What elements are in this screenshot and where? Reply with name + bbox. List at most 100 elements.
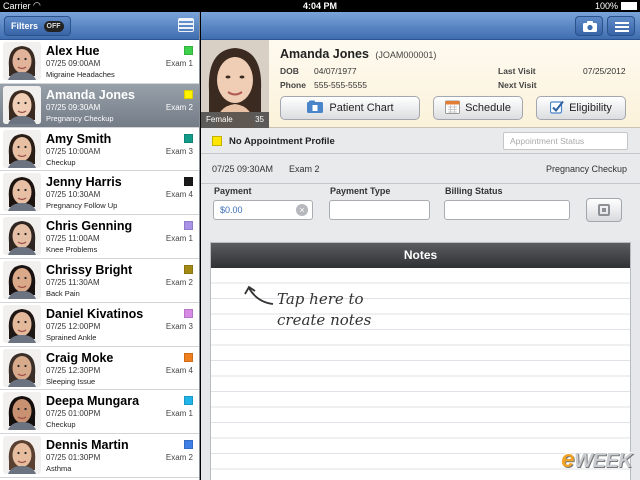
avatar-portrait [3, 348, 41, 387]
patient-chart-button[interactable]: Patient Chart [280, 96, 420, 120]
patient-exam-room: Exam 1 [165, 234, 193, 244]
clock: 4:04 PM [302, 1, 337, 11]
patient-detail-pane: Female 35 Amanda Jones (JOAM000001) DOB … [201, 12, 640, 480]
square-icon [598, 204, 610, 216]
camera-icon [583, 21, 597, 32]
battery-icon [621, 2, 637, 10]
sidebar-navbar: Filters OFF [0, 12, 199, 40]
eweek-watermark: eWEEK [561, 446, 632, 474]
calendar-icon [445, 100, 461, 115]
last-visit-label: Last Visit [498, 66, 536, 76]
patient-appointment-time: 07/25 01:00PM [46, 409, 101, 419]
avatar [3, 173, 41, 212]
patient-name: Amy Smith [46, 131, 112, 146]
patient-list-item[interactable]: Craig Moke 07/25 12:30PM Sleeping Issue Exa… [0, 346, 199, 391]
filters-label: Filters [11, 21, 39, 31]
patient-appointment-time: 07/25 11:00AM [46, 234, 100, 244]
menu-button[interactable] [607, 16, 635, 36]
payment-value: $0.00 [220, 205, 243, 215]
patient-reason: Sprained Ankle [46, 332, 97, 342]
status-color-swatch [184, 308, 193, 318]
clear-icon[interactable]: × [296, 204, 308, 216]
patient-name-text: Amanda Jones [280, 47, 369, 61]
patient-name: Chrissy Bright [46, 262, 133, 277]
schedule-button[interactable]: Schedule [433, 96, 523, 120]
watermark-text: WEEK [574, 450, 633, 472]
patient-list-item[interactable]: Daniel Kivatinos 07/25 12:00PM Sprained An… [0, 302, 199, 347]
patient-reason: Migraine Headaches [46, 70, 115, 79]
detail-navbar [201, 12, 640, 40]
status-color-swatch [184, 89, 193, 99]
patient-list-item[interactable]: Alex Hue 07/25 09:00AM Migraine Headaches E… [0, 40, 199, 84]
status-color-swatch [184, 221, 193, 231]
appointment-profile[interactable]: No Appointment Profile [229, 136, 335, 147]
chart-folder-icon [307, 100, 324, 114]
appointment-time: 07/25 09:30AM [212, 164, 274, 174]
patient-name: Daniel Kivatinos [46, 306, 144, 321]
appointment-profile-row: No Appointment Profile Appointment Statu… [201, 128, 640, 154]
appointment-exam: Exam 2 [289, 164, 320, 174]
patient-appointment-time: 07/25 11:30AM [46, 277, 100, 287]
notes-panel: Notes Tap here to create notes [210, 242, 631, 480]
payment-type-field[interactable] [329, 200, 430, 220]
patient-list-item[interactable]: Amanda Jones 07/25 09:30AM Pregnancy Check… [0, 83, 199, 128]
notes-title: Notes [211, 243, 630, 268]
status-color-swatch [184, 46, 193, 55]
patient-list-item[interactable]: Amy Smith 07/25 10:00AM Checkup Exam 3 [0, 127, 199, 172]
patient-list-item[interactable]: Chris Genning 07/25 11:00AM Knee Problems E… [0, 215, 199, 259]
patient-appointment-time: 07/25 12:00PM [46, 321, 101, 331]
card-reader-button[interactable] [586, 198, 622, 222]
avatar [3, 217, 41, 256]
patient-reason: Sleeping Issue [46, 376, 96, 386]
patient-list-item[interactable]: Deepa Mungara 07/25 01:00PM Checkup Exam 1 [0, 390, 199, 435]
status-bar: Carrier ◠ 4:04 PM 100% [0, 0, 640, 12]
patient-age: 35 [255, 115, 264, 124]
status-color-swatch [184, 264, 193, 274]
avatar [3, 260, 41, 299]
next-visit-label: Next Visit [498, 80, 537, 90]
photo-caption: Female 35 [201, 112, 269, 128]
patient-name: Dennis Martin [46, 438, 129, 453]
menu-icon [615, 22, 629, 32]
patient-list: Alex Hue 07/25 09:00AM Migraine Headaches E… [0, 40, 199, 478]
patient-list-item[interactable]: Chrissy Bright 07/25 11:30AM Back Pain Exam… [0, 258, 199, 303]
filters-button[interactable]: Filters OFF [4, 16, 71, 36]
billing-row: Payment $0.00 × Payment Type Billing Sta… [201, 184, 640, 240]
patient-list-item[interactable]: Dennis Martin 07/25 01:30PM Asthma Exam 2 [0, 434, 199, 478]
patient-reason: Knee Problems [46, 245, 98, 255]
filters-toggle[interactable]: OFF [43, 21, 64, 33]
battery-percent: 100% [594, 1, 618, 11]
profile-color-swatch [212, 136, 222, 146]
status-color-swatch [184, 133, 193, 143]
avatar-portrait [3, 173, 41, 212]
billing-status-field[interactable] [444, 200, 570, 220]
appointment-row: 07/25 09:30AM Exam 2 Pregnancy Checkup [201, 154, 640, 184]
patient-reason: Asthma [46, 464, 72, 474]
billing-status-label: Billing Status [445, 186, 503, 196]
notes-hint: Tap here to create notes [277, 289, 371, 331]
schedule-label: Schedule [465, 102, 511, 114]
patient-list-item[interactable]: Jenny Harris 07/25 10:30AM Pregnancy Follo… [0, 171, 199, 216]
avatar [3, 436, 41, 475]
eligibility-button[interactable]: Eligibility [536, 96, 626, 120]
patient-name: Amanda Jones (JOAM000001) [280, 47, 436, 61]
list-view-icon[interactable] [178, 18, 194, 32]
patient-name: Chris Genning [46, 219, 133, 234]
payment-label: Payment [214, 186, 252, 196]
patient-name: Alex Hue [46, 44, 100, 58]
status-color-swatch [184, 396, 193, 406]
patient-photo[interactable]: Female 35 [201, 40, 269, 128]
patient-appointment-time: 07/25 09:30AM [46, 102, 101, 112]
status-color-swatch [184, 440, 193, 450]
patient-exam-room: Exam 2 [165, 102, 193, 112]
checkbox-icon [550, 100, 564, 114]
patient-exam-room: Exam 4 [165, 190, 193, 200]
patient-header: Female 35 Amanda Jones (JOAM000001) DOB … [201, 40, 640, 128]
avatar-portrait [3, 42, 41, 80]
patient-exam-room: Exam 4 [165, 365, 193, 375]
watermark-e: e [561, 446, 574, 473]
notes-hint-line2: create notes [277, 311, 372, 329]
payment-field[interactable]: $0.00 × [213, 200, 313, 220]
appointment-status-field[interactable]: Appointment Status [503, 132, 628, 150]
camera-button[interactable] [575, 16, 603, 36]
